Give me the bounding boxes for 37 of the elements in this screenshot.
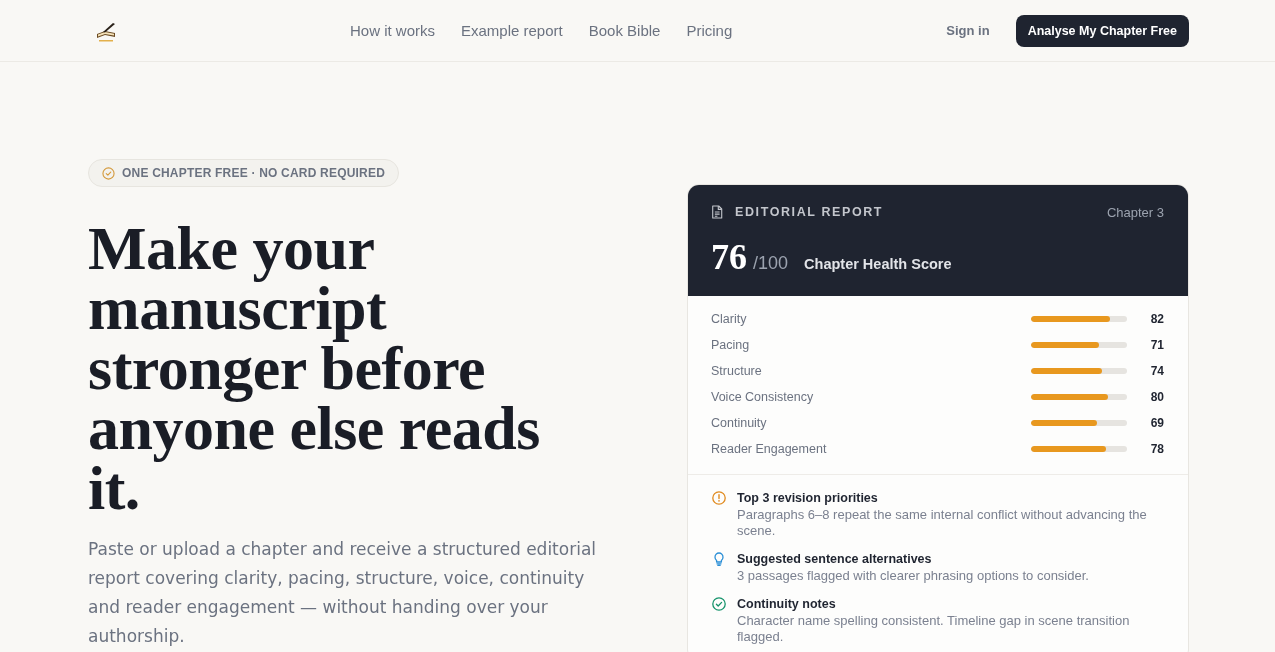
metric-score: 74 [1149, 364, 1164, 378]
nav-link[interactable]: Example report [461, 22, 563, 39]
check-circle-icon [102, 166, 115, 180]
note-title: Top 3 revision priorities [737, 490, 879, 507]
metric-score: 71 [1149, 338, 1164, 352]
lightbulb-icon [712, 552, 726, 566]
analyse-chapter-button[interactable]: Analyse My Chapter Free [1015, 14, 1189, 47]
score-value: 76 [711, 237, 747, 277]
sign-in-link[interactable]: Sign in [946, 23, 990, 38]
note-text: Character name spelling consistent. Timeline gap in scene transition flagged. [737, 613, 1131, 645]
warning-icon [712, 491, 726, 505]
metric-label: Continuity [711, 416, 767, 430]
metric-label: Structure [711, 364, 762, 378]
nav-link[interactable]: Book Bible [588, 22, 661, 39]
note-title: Continuity notes [737, 596, 837, 613]
chapter-label: Chapter 3 [1106, 204, 1164, 220]
note-text: Paragraphs 6–8 repeat the same internal conflict without advancing the scene. [737, 507, 1148, 539]
metric-label: Clarity [711, 312, 747, 326]
score-max: /100 [753, 253, 789, 274]
document-icon [711, 205, 723, 219]
offer-text: ONE CHAPTER FREE · NO CARD REQUIRED [122, 166, 385, 180]
metric-label: Reader Engagement [711, 442, 827, 456]
note-text: 3 passages flagged with clearer phrasing options to consider. [737, 568, 1089, 584]
metric-label: Pacing [711, 338, 750, 352]
nav-link[interactable]: How it works [350, 22, 435, 39]
metric-score: 82 [1149, 312, 1164, 326]
metric-label: Voice Consistency [711, 390, 814, 404]
note-title: Suggested sentence alternatives [737, 551, 933, 568]
check-circle-icon [712, 597, 726, 611]
metric-score: 78 [1149, 442, 1164, 456]
hero-headline: Make your manuscript stronger before anyone else reads it. [88, 218, 541, 518]
hero-description: Paste or upload a chapter and receive a structured editorial report covering clarity, pacing, structure, voice, continuity and reader engagement — without handing over your authorship. [88, 538, 598, 648]
nav-link[interactable]: Pricing [686, 22, 733, 39]
score-label: Chapter Health Score [804, 256, 952, 272]
metric-score: 80 [1149, 390, 1164, 404]
metric-score: 69 [1149, 416, 1164, 430]
report-title: EDITORIAL REPORT [735, 205, 884, 219]
